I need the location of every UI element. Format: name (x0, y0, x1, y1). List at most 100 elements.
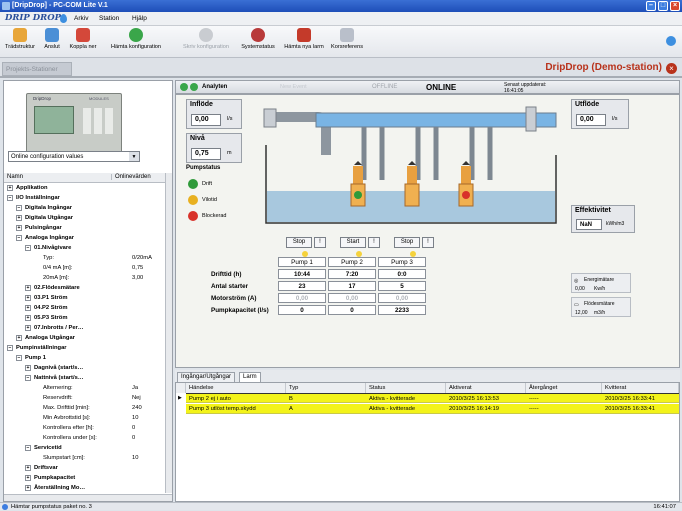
fetch-alarms-button[interactable]: Hämta nya larm (282, 28, 326, 50)
drop-icon (60, 14, 67, 23)
device-brand: DripDrop (33, 96, 52, 101)
tab-alarms[interactable]: Larm (239, 372, 261, 382)
expand-icon[interactable]: − (16, 205, 22, 211)
expand-icon[interactable]: + (25, 315, 31, 321)
tree-item[interactable]: Min Avbrottstid [s]: 10 (4, 414, 164, 423)
tree-item[interactable]: Alternering: Ja (4, 384, 164, 393)
expand-icon[interactable]: + (25, 325, 31, 331)
device-image: DripDrop MODULES (26, 93, 122, 153)
tree-item[interactable]: + Dagnivå (start/s… (4, 364, 164, 373)
close-button[interactable]: × (670, 1, 680, 11)
tree-item[interactable]: Typ: 0/20mA (4, 254, 164, 263)
tree-item[interactable]: +02.Flödesmätare (4, 284, 164, 293)
alarm-icon (297, 28, 311, 42)
tree-item[interactable]: − Servicetid (4, 444, 164, 453)
tree-item[interactable]: Slumpstart [cm]: 10 (4, 454, 164, 463)
tree-item[interactable]: Max. Drifttid [min]: 240 (4, 404, 164, 413)
pump-1-ack-button[interactable]: ! (314, 237, 326, 248)
tab-inputs-outputs[interactable]: Ingångar/Utgångar (177, 372, 236, 382)
tree-item[interactable]: + Analoga Utgångar (4, 334, 164, 343)
table-row[interactable]: Pump 2 ej i auto B Aktiva - kvitterade 2… (186, 393, 679, 403)
tree-item-label: Analoga Ingångar (25, 235, 74, 241)
pump-3-stop-button[interactable]: Stop (394, 237, 420, 248)
tree-item[interactable]: +03.P1 Ström (4, 294, 164, 303)
minimize-button[interactable]: – (646, 1, 656, 11)
station-title: DripDrop (Demo-station) (545, 62, 662, 73)
download-icon (129, 28, 143, 42)
pump-2-ack-button[interactable]: ! (368, 237, 380, 248)
tree-horizontal-scrollbar[interactable] (4, 494, 172, 501)
write-config-button[interactable]: Skriv konfiguration (172, 28, 240, 50)
current-label: Motorström (A) (211, 294, 257, 302)
expand-icon[interactable]: + (25, 485, 31, 491)
tree-item[interactable]: + Digitala Utgångar (4, 214, 164, 223)
tree-item[interactable]: + Återställning Mo… (4, 484, 164, 493)
config-values-select[interactable]: Online configuration values ▼ (8, 151, 140, 162)
disconnect-button[interactable]: Koppla ner (66, 28, 100, 50)
starts-label: Antal starter (211, 282, 249, 290)
expand-icon[interactable]: + (25, 285, 31, 291)
tree-item[interactable]: − Analoga Ingångar (4, 234, 164, 243)
tree-item-label: Digitala Ingångar (25, 205, 73, 211)
tree-item[interactable]: 20mA [m]: 3,00 (4, 274, 164, 283)
tree-item[interactable]: + Pulsingångar (4, 224, 164, 233)
tree-item[interactable]: +05.P3 Ström (4, 314, 164, 323)
expand-icon[interactable]: + (16, 335, 22, 341)
expand-icon[interactable]: + (25, 365, 31, 371)
expand-icon[interactable]: + (7, 185, 13, 191)
tree-item[interactable]: + Pumpkapacitet (4, 474, 164, 483)
tree-item[interactable]: −01.Nivågivare (4, 244, 164, 253)
menu-arkiv[interactable]: Arkiv (74, 15, 88, 22)
pump-1-stop-button[interactable]: Stop (286, 237, 312, 248)
pump-2-start-button[interactable]: Start (340, 237, 366, 248)
expand-icon[interactable]: + (25, 305, 31, 311)
tree-item[interactable]: − Nattnivå (start/s… (4, 374, 164, 383)
crossref-button[interactable]: Korsreferens (330, 28, 364, 50)
help-icon[interactable] (666, 36, 676, 46)
flowmeter-value: 12,00 (575, 310, 588, 316)
tree-item[interactable]: +04.P2 Ström (4, 304, 164, 313)
tree-item[interactable]: − Pump 1 (4, 354, 164, 363)
expand-icon[interactable]: − (7, 195, 13, 201)
expand-icon[interactable]: − (25, 245, 31, 251)
tree-item[interactable]: Kontrollera under [s]: 0 (4, 434, 164, 443)
expand-icon[interactable]: − (25, 445, 31, 451)
maximize-button[interactable]: □ (658, 1, 668, 11)
expand-icon[interactable]: − (7, 345, 13, 351)
tree-item-label: 02.Flödesmätare (34, 285, 80, 291)
device-screen (34, 106, 74, 134)
system-status-button[interactable]: Systemstatus (240, 28, 276, 50)
expand-icon[interactable]: + (16, 215, 22, 221)
fetch-config-button[interactable]: Hämta konfiguration (102, 28, 170, 50)
expand-icon[interactable]: − (16, 235, 22, 241)
table-row[interactable]: Pump 3 utlöst temp.skydd A Aktiva - kvit… (186, 404, 679, 414)
tree-item-label: Pump 1 (25, 355, 46, 361)
tree-vertical-scrollbar[interactable] (165, 173, 172, 493)
menu-station[interactable]: Station (99, 15, 119, 22)
tree-item[interactable]: − Pumpinställningar (4, 344, 164, 353)
menu-hjalp[interactable]: Hjälp (132, 15, 147, 22)
runtime-pump-3: 0:0 (378, 269, 426, 279)
tree-item-label: Driftsvar (34, 465, 58, 471)
tab-projects-stations[interactable]: Projekts-Stationer (2, 62, 72, 76)
connect-button[interactable]: Anslut (40, 28, 64, 50)
tree-item[interactable]: Reservdrift: Nej (4, 394, 164, 403)
tree-item[interactable]: + Driftsvar (4, 464, 164, 473)
expand-icon[interactable]: + (25, 295, 31, 301)
tree-item[interactable]: Kontrollera efter [h]: 0 (4, 424, 164, 433)
pump-3-ack-button[interactable]: ! (422, 237, 434, 248)
expand-icon[interactable]: − (16, 355, 22, 361)
tree-item[interactable]: − I/O Inställningar (4, 194, 164, 203)
tree-item[interactable]: 0/4 mA [m]: 0,75 (4, 264, 164, 273)
new-event-button[interactable]: New Event (280, 84, 307, 90)
close-station-icon[interactable]: × (666, 63, 677, 74)
tree-item-label: 04.P2 Ström (34, 305, 68, 311)
expand-icon[interactable]: + (16, 225, 22, 231)
tree-button[interactable]: Trädstruktur (2, 28, 38, 50)
expand-icon[interactable]: − (25, 375, 31, 381)
tree-item[interactable]: + Applikation (4, 184, 164, 193)
expand-icon[interactable]: + (25, 475, 31, 481)
expand-icon[interactable]: + (25, 465, 31, 471)
tree-item[interactable]: − Digitala Ingångar (4, 204, 164, 213)
tree-item[interactable]: +07.Inbrotts / Per… (4, 324, 164, 333)
